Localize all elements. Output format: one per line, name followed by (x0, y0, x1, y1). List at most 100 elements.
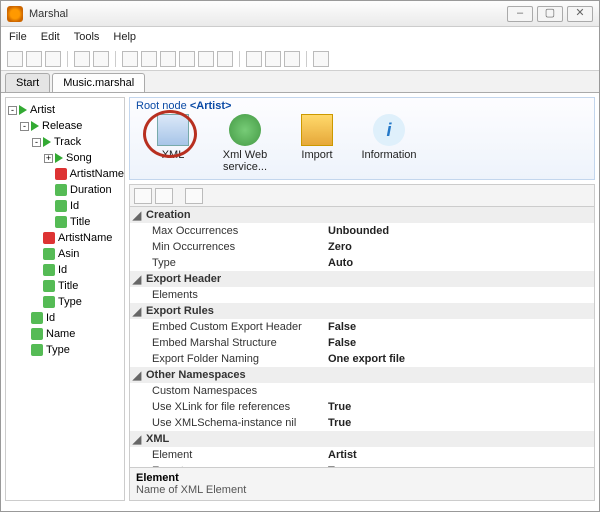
row-element[interactable]: ElementArtist (130, 447, 594, 463)
green-icon (55, 184, 67, 196)
grid-tool-icon[interactable] (185, 188, 203, 204)
info-action[interactable]: i Information (364, 114, 414, 173)
help-icon[interactable] (313, 51, 329, 67)
minimize-button[interactable]: – (507, 6, 533, 22)
row-minocc[interactable]: Min OccurrencesZero (130, 239, 594, 255)
import-action[interactable]: Import (292, 114, 342, 173)
menu-edit[interactable]: Edit (41, 31, 60, 43)
expand-icon[interactable]: + (44, 154, 53, 163)
alphabetical-icon[interactable] (155, 188, 173, 204)
tool-icon-2[interactable] (93, 51, 109, 67)
tool-icon-3[interactable] (122, 51, 138, 67)
maximize-button[interactable]: ▢ (537, 6, 563, 22)
tree-title[interactable]: Title (6, 214, 124, 230)
info-icon: i (373, 114, 405, 146)
globe-icon (229, 114, 261, 146)
collapse-icon[interactable]: - (32, 138, 41, 147)
row-customns[interactable]: Custom Namespaces (130, 383, 594, 399)
tool-icon-8[interactable] (217, 51, 233, 67)
tab-music[interactable]: Music.marshal (52, 73, 145, 92)
tree-name[interactable]: Name (6, 326, 124, 342)
tree-id3[interactable]: Id (6, 310, 124, 326)
red-icon (43, 232, 55, 244)
menu-tools[interactable]: Tools (74, 31, 100, 43)
triangle-icon (43, 137, 51, 147)
menu-help[interactable]: Help (113, 31, 136, 43)
root-title: Root node <Artist> (136, 100, 588, 112)
import-icon (301, 114, 333, 146)
toolbar (1, 47, 599, 71)
tree-track[interactable]: -Track (6, 134, 124, 150)
paste-icon[interactable] (284, 51, 300, 67)
cat-export-rules[interactable]: ◢Export Rules (130, 303, 594, 319)
tool-icon-1[interactable] (74, 51, 90, 67)
save-icon[interactable] (45, 51, 61, 67)
window-buttons: – ▢ ✕ (507, 6, 593, 22)
green-icon (43, 280, 55, 292)
desc-text: Name of XML Element (136, 484, 588, 496)
open-icon[interactable] (26, 51, 42, 67)
content-area: -Artist -Release -Track +Song ArtistName… (1, 93, 599, 505)
grid-toolbar (130, 185, 594, 207)
tree-type[interactable]: Type (6, 294, 124, 310)
cat-other-ns[interactable]: ◢Other Namespaces (130, 367, 594, 383)
tree-release[interactable]: -Release (6, 118, 124, 134)
copy-icon[interactable] (265, 51, 281, 67)
tree-asin[interactable]: Asin (6, 246, 124, 262)
tree-artistname2[interactable]: ArtistName (6, 230, 124, 246)
tree-song[interactable]: +Song (6, 150, 124, 166)
row-type[interactable]: TypeAuto (130, 255, 594, 271)
green-icon (31, 344, 43, 356)
window-title: Marshal (29, 8, 507, 20)
row-xsinil[interactable]: Use XMLSchema-instance nilTrue (130, 415, 594, 431)
web-service-action[interactable]: Xml Web service... (220, 114, 270, 173)
tool-icon-5[interactable] (160, 51, 176, 67)
cat-xml[interactable]: ◢XML (130, 431, 594, 447)
tree-id[interactable]: Id (6, 198, 124, 214)
tree-artist[interactable]: -Artist (6, 102, 124, 118)
green-icon (31, 328, 43, 340)
right-pane: Root node <Artist> XML Xml Web service..… (129, 97, 595, 501)
green-icon (55, 200, 67, 212)
cat-creation[interactable]: ◢Creation (130, 207, 594, 223)
tree-artistname[interactable]: ArtistName (6, 166, 124, 182)
property-grid: ◢Creation Max OccurrencesUnbounded Min O… (129, 184, 595, 501)
menu-file[interactable]: File (9, 31, 27, 43)
green-icon (31, 312, 43, 324)
new-icon[interactable] (7, 51, 23, 67)
cut-icon[interactable] (246, 51, 262, 67)
row-maxocc[interactable]: Max OccurrencesUnbounded (130, 223, 594, 239)
tree-duration[interactable]: Duration (6, 182, 124, 198)
triangle-icon (55, 153, 63, 163)
xml-action[interactable]: XML (148, 114, 198, 173)
green-icon (43, 296, 55, 308)
collapse-icon[interactable]: - (8, 106, 17, 115)
desc-title: Element (136, 472, 588, 484)
tool-icon-6[interactable] (179, 51, 195, 67)
tabbar: Start Music.marshal (1, 71, 599, 93)
tree-id2[interactable]: Id (6, 262, 124, 278)
tool-icon-7[interactable] (198, 51, 214, 67)
row-elements[interactable]: Elements (130, 287, 594, 303)
categorized-icon[interactable] (134, 188, 152, 204)
row-xlink[interactable]: Use XLink for file referencesTrue (130, 399, 594, 415)
tool-icon-4[interactable] (141, 51, 157, 67)
row-embedms[interactable]: Embed Marshal StructureFalse (130, 335, 594, 351)
row-expfolder[interactable]: Export Folder NamingOne export file (130, 351, 594, 367)
titlebar: Marshal – ▢ ✕ (1, 1, 599, 27)
green-icon (43, 264, 55, 276)
grid-body: ◢Creation Max OccurrencesUnbounded Min O… (130, 207, 594, 467)
description-pane: Element Name of XML Element (130, 467, 594, 500)
red-icon (55, 168, 67, 180)
triangle-icon (31, 121, 39, 131)
tree-title2[interactable]: Title (6, 278, 124, 294)
tree-panel: -Artist -Release -Track +Song ArtistName… (5, 97, 125, 501)
green-icon (43, 248, 55, 260)
tab-start[interactable]: Start (5, 73, 50, 92)
xml-icon (157, 114, 189, 146)
row-embedhdr[interactable]: Embed Custom Export HeaderFalse (130, 319, 594, 335)
tree-type2[interactable]: Type (6, 342, 124, 358)
close-button[interactable]: ✕ (567, 6, 593, 22)
cat-export-header[interactable]: ◢Export Header (130, 271, 594, 287)
collapse-icon[interactable]: - (20, 122, 29, 131)
